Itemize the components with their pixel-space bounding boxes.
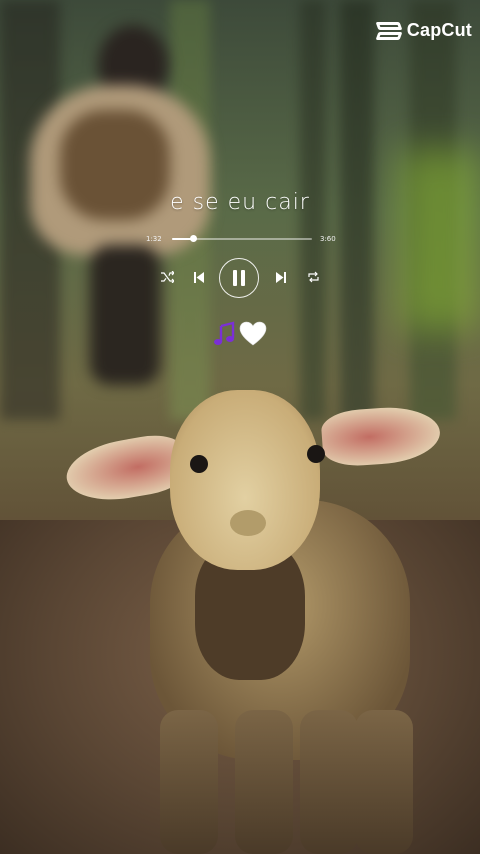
capcut-watermark: CapCut xyxy=(377,20,472,41)
emoji-row xyxy=(213,321,267,347)
capcut-logo-icon xyxy=(377,22,401,40)
white-heart-icon xyxy=(239,321,267,346)
music-notes-icon xyxy=(214,321,235,345)
progress-knob[interactable] xyxy=(190,235,197,242)
pause-icon[interactable] xyxy=(219,258,259,298)
next-icon[interactable] xyxy=(275,270,287,284)
current-time: 1:32 xyxy=(146,235,162,243)
progress-bar[interactable] xyxy=(172,235,312,242)
lamb xyxy=(60,380,450,854)
previous-icon[interactable] xyxy=(193,270,205,284)
foliage xyxy=(400,150,480,330)
total-time: 3:60 xyxy=(320,235,336,243)
watermark-text: CapCut xyxy=(406,20,472,40)
repeat-icon[interactable] xyxy=(307,270,320,283)
shuffle-icon[interactable] xyxy=(160,270,174,284)
song-title: e se eu cair xyxy=(170,190,310,215)
background-photo xyxy=(0,0,480,854)
